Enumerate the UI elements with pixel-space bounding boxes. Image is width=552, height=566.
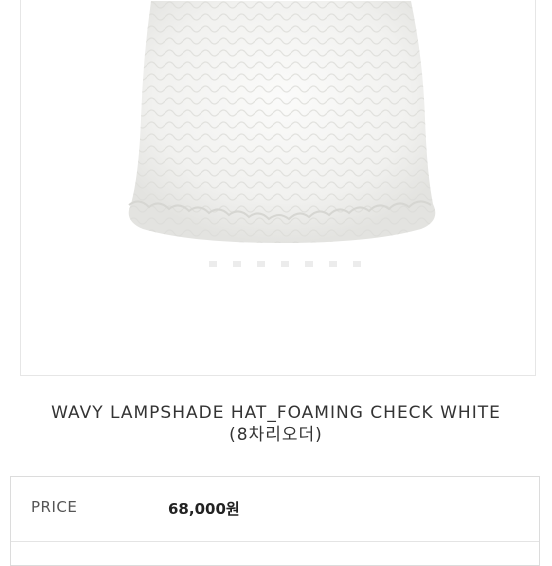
product-title-line1: WAVY LAMPSHADE HAT_FOAMING CHECK WHITE xyxy=(51,403,501,423)
price-value: 68,000원 xyxy=(168,500,240,518)
watermark xyxy=(209,261,361,267)
product-image[interactable] xyxy=(20,0,536,376)
price-divider xyxy=(11,541,539,542)
price-label: PRICE xyxy=(31,498,78,516)
hat-illustration xyxy=(128,1,436,267)
product-title: WAVY LAMPSHADE HAT_FOAMING CHECK WHITE (… xyxy=(0,402,552,446)
price-table: PRICE 68,000원 xyxy=(10,476,540,566)
product-title-line2: (8차리오더) xyxy=(229,425,323,445)
